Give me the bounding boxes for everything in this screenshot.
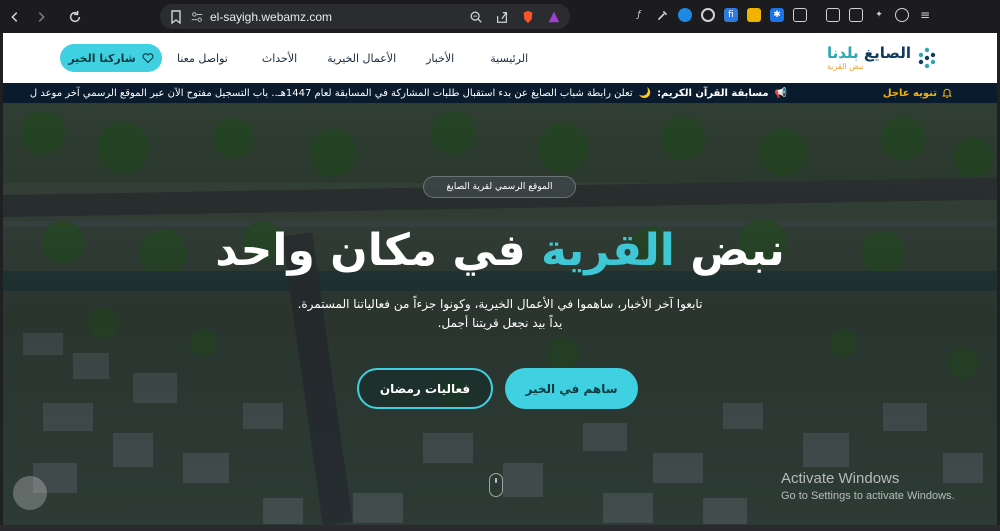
nav-contact[interactable]: تواصل معنا <box>177 52 228 65</box>
extension-frame-icon[interactable] <box>793 8 807 22</box>
menu-icon[interactable]: ≡ <box>918 8 932 22</box>
reload-icon[interactable] <box>64 6 86 28</box>
leo-ai-icon[interactable]: ✦ <box>872 8 886 22</box>
hero-description: تابعوا آخر الأخبار، ساهموا في الأعمال ال… <box>233 295 767 333</box>
logo-mark-icon <box>918 47 936 69</box>
ticker-message[interactable]: 📢 مسابقة القرآن الكريم: 🌙 تعلن رابطة شبا… <box>30 83 787 103</box>
nav-home[interactable]: الرئيسية <box>490 52 528 65</box>
ticker-label-text: تنويه عاجل <box>882 87 937 99</box>
browser-toolbar: el-sayigh.webamz.com ƒ fi ✱ ✦ ≡ <box>0 0 1000 33</box>
brave-shield-icon[interactable] <box>520 9 536 25</box>
bell-icon <box>941 88 953 99</box>
windows-activation-watermark: Activate Windows Go to Settings to activ… <box>781 470 955 502</box>
ramadan-events-button[interactable]: فعاليات رمضان <box>357 368 493 409</box>
extension-diamond-icon[interactable] <box>678 8 692 22</box>
share-icon[interactable] <box>494 9 510 25</box>
hero-badge: الموقع الرسمي لقرية الصايغ <box>423 176 576 198</box>
hero-title: نبض القرية في مكان واحد <box>153 221 847 281</box>
back-icon[interactable] <box>4 6 26 28</box>
heart-icon <box>142 53 154 64</box>
extension-fi-icon[interactable]: fi <box>724 8 738 22</box>
vpn-icon[interactable] <box>895 8 909 22</box>
zoom-icon[interactable] <box>468 9 484 25</box>
site-header: شاركنا الخير تواصل معنا الأحداث الأعمال … <box>3 33 997 83</box>
hero-desc-line2: يداً بيد نجعل قريتنا أجمل. <box>437 316 563 330</box>
corner-watermark-logo <box>13 476 47 510</box>
donate-button[interactable]: ساهم في الخير <box>505 368 638 409</box>
main-nav: تواصل معنا الأحداث الأعمال الخيرية الأخب… <box>177 33 528 83</box>
logo-name-a: الصايغ <box>863 44 911 62</box>
logo-tagline: نبض القرية <box>827 62 864 71</box>
share-good-label: شاركنا الخير <box>68 51 136 65</box>
sidebar-toggle-icon[interactable] <box>826 8 840 22</box>
hero-title-accent: القرية <box>541 225 675 276</box>
activate-title: Activate Windows <box>781 470 900 487</box>
nav-events[interactable]: الأحداث <box>262 52 297 65</box>
share-good-button[interactable]: شاركنا الخير <box>60 44 162 72</box>
nav-charity[interactable]: الأعمال الخيرية <box>327 52 396 65</box>
news-ticker: تنويه عاجل 📢 مسابقة القرآن الكريم: 🌙 تعل… <box>3 83 997 103</box>
rewards-icon[interactable] <box>546 9 562 25</box>
logo-name-b: بلدنا <box>827 44 859 62</box>
hero-title-b: في مكان واحد <box>215 225 526 276</box>
ticker-body: تعلن رابطة شباب الصايغ عن بدء استقبال طل… <box>29 87 633 99</box>
wallet-icon[interactable] <box>849 8 863 22</box>
extension-clock-icon[interactable] <box>747 8 761 22</box>
moon-icon: 🌙 <box>638 87 652 99</box>
extension-target-icon[interactable] <box>701 8 715 22</box>
ticker-label: تنويه عاجل <box>883 83 953 103</box>
extension-fx-icon[interactable]: ƒ <box>632 8 646 22</box>
hero-section: الموقع الرسمي لقرية الصايغ نبض القرية في… <box>3 103 997 525</box>
site-logo[interactable]: الصايغ بلدنا نبض القرية <box>823 41 939 75</box>
taskbar-edge <box>0 525 1000 531</box>
extension-picker-icon[interactable] <box>655 8 669 22</box>
site-settings-icon[interactable] <box>190 10 204 24</box>
url-text: el-sayigh.webamz.com <box>210 9 333 24</box>
extension-gear-icon[interactable]: ✱ <box>770 8 784 22</box>
activate-subtitle: Go to Settings to activate Windows. <box>781 490 955 502</box>
bookmark-icon[interactable] <box>168 9 184 25</box>
ticker-headline: مسابقة القرآن الكريم: <box>657 87 769 99</box>
address-bar[interactable]: el-sayigh.webamz.com <box>160 4 570 29</box>
nav-news[interactable]: الأخبار <box>426 52 454 65</box>
scroll-indicator-icon[interactable] <box>489 473 503 497</box>
hero-desc-line1: تابعوا آخر الأخبار، ساهموا في الأعمال ال… <box>297 297 703 311</box>
megaphone-icon: 📢 <box>774 87 787 99</box>
hero-title-a: نبض <box>690 225 785 276</box>
forward-icon[interactable] <box>30 6 52 28</box>
